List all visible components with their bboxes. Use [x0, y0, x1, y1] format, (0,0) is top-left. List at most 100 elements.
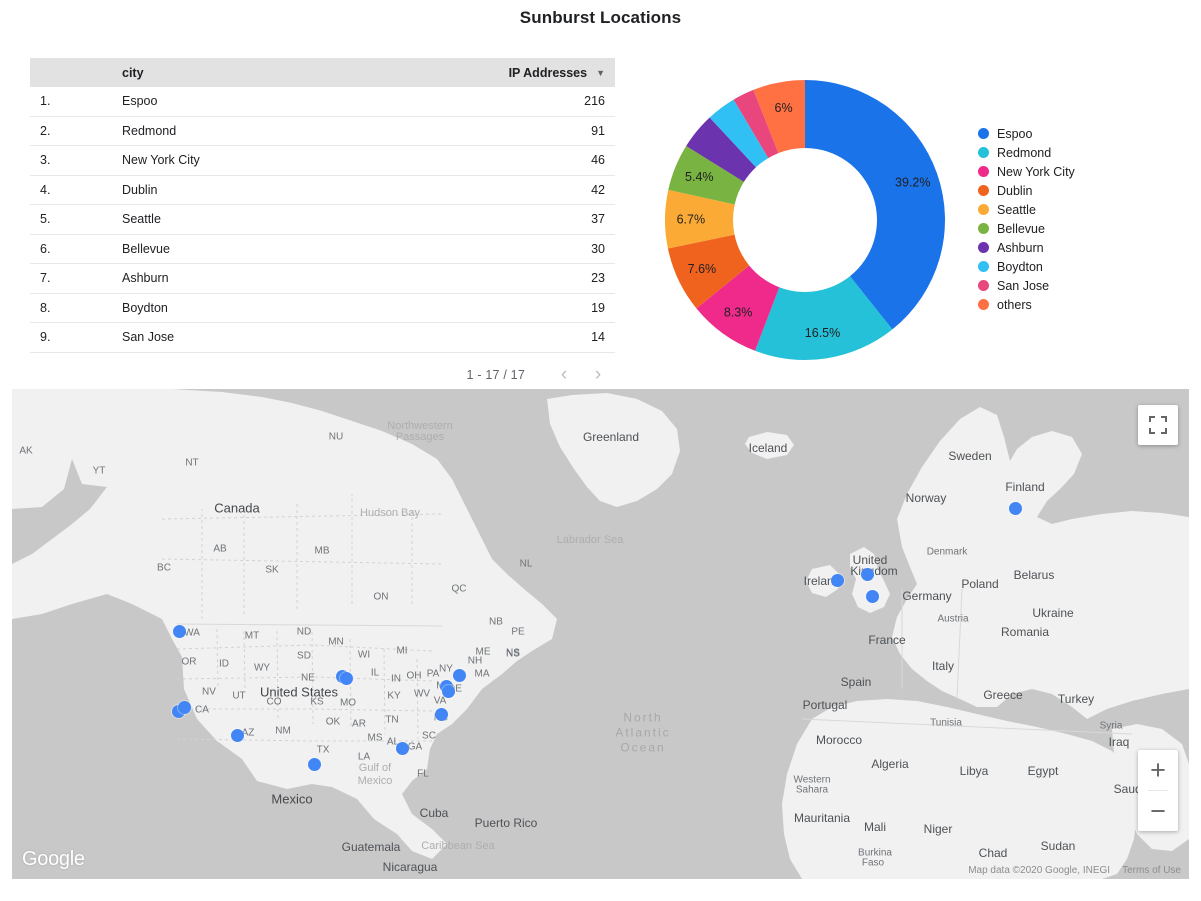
legend-item-label: Espoo [997, 126, 1033, 141]
row-city: Boydton [112, 293, 445, 323]
legend-item-label: others [997, 297, 1032, 312]
map-marker[interactable] [172, 624, 186, 638]
legend-color-swatch-icon [978, 147, 989, 158]
slice-percent-label: 16.5% [805, 326, 840, 340]
legend-color-swatch-icon [978, 166, 989, 177]
map-marker[interactable] [434, 707, 448, 721]
table-row[interactable]: 3. New York City 46 [30, 145, 615, 176]
table-header-row: city IP Addresses ▼ [30, 58, 615, 87]
legend-color-swatch-icon [978, 280, 989, 291]
row-ip-addresses: 14 [445, 322, 615, 353]
table-row[interactable]: 7. Ashburn 23 [30, 263, 615, 294]
row-index: 8. [30, 293, 112, 323]
map-marker[interactable] [395, 741, 409, 755]
table-head: city IP Addresses ▼ [30, 58, 615, 87]
map-data-attribution: Map data ©2020 Google, INEGI [968, 865, 1111, 876]
donut-chart[interactable]: 39.2% 16.5% 8.3% 7.6% 6.7% 5.4% 6% [640, 60, 970, 380]
legend-item[interactable]: New York City [978, 162, 1168, 181]
pagination-previous-button[interactable]: ‹ [547, 361, 581, 389]
google-map[interactable]: AK YT NT NU BC AB SK MB ON QC NL NB PE NS Canada Northw… [12, 389, 1189, 879]
legend-item-label: San Jose [997, 278, 1050, 293]
legend-color-swatch-icon [978, 204, 989, 215]
row-city: Ashburn [112, 263, 445, 294]
map-attribution: Map data ©2020 Google, INEGI Terms of Use [968, 865, 1181, 876]
terms-of-use-link[interactable]: Terms of Use [1122, 865, 1181, 876]
fullscreen-button[interactable] [1138, 405, 1178, 445]
map-marker[interactable] [452, 668, 466, 682]
zoom-out-button[interactable]: − [1138, 791, 1178, 831]
row-index: 5. [30, 204, 112, 235]
column-header-ip-addresses-label: IP Addresses [508, 65, 588, 80]
map-marker[interactable] [860, 567, 874, 581]
pagination-next-button[interactable]: › [581, 361, 615, 389]
column-header-city[interactable]: city [112, 58, 445, 87]
table-row[interactable]: 5. Seattle 37 [30, 204, 615, 235]
column-header-ip-addresses[interactable]: IP Addresses ▼ [445, 58, 615, 87]
row-city: Seattle [112, 204, 445, 235]
table-row[interactable]: 6. Bellevue 30 [30, 234, 615, 264]
map-marker[interactable] [830, 573, 844, 587]
row-city: New York City [112, 145, 445, 176]
table-row[interactable]: 8. Boydton 19 [30, 293, 615, 323]
zoom-controls: + − [1138, 750, 1178, 831]
legend-item[interactable]: San Jose [978, 276, 1168, 295]
row-ip-addresses: 37 [445, 204, 615, 235]
donut-slices[interactable] [665, 80, 945, 360]
table-row[interactable]: 1. Espoo 216 [30, 87, 615, 117]
row-ip-addresses: 42 [445, 175, 615, 205]
legend-item[interactable]: Bellevue [978, 219, 1168, 238]
legend-item[interactable]: others [978, 295, 1168, 314]
legend-color-swatch-icon [978, 242, 989, 253]
pagination-range: 1 - 17 / 17 [466, 367, 525, 382]
row-index: 2. [30, 116, 112, 146]
map-marker[interactable] [865, 589, 879, 603]
ip-addresses-table-card: city IP Addresses ▼ 1. Espoo 216 2. Redmond 91… [30, 58, 615, 389]
map-marker[interactable] [230, 728, 244, 742]
row-city: Dublin [112, 175, 445, 205]
row-city: Espoo [112, 87, 445, 117]
dashboard-page: Sunburst Locations city IP Addresses ▼ 1.… [0, 0, 1201, 901]
map-marker[interactable] [441, 684, 455, 698]
row-city: San Jose [112, 322, 445, 353]
map-marker[interactable] [339, 671, 353, 685]
row-ip-addresses: 91 [445, 116, 615, 146]
legend-item-label: Bellevue [997, 221, 1045, 236]
ip-addresses-table: city IP Addresses ▼ 1. Espoo 216 2. Redmond 91… [30, 58, 615, 353]
google-logo: Google [22, 848, 85, 870]
legend-color-swatch-icon [978, 223, 989, 234]
donut-chart-container: 39.2% 16.5% 8.3% 7.6% 6.7% 5.4% 6% Espoo Redmon… [640, 60, 1180, 380]
legend-color-swatch-icon [978, 128, 989, 139]
map-geometry [12, 389, 1189, 879]
legend-item[interactable]: Boydton [978, 257, 1168, 276]
legend-item[interactable]: Seattle [978, 200, 1168, 219]
legend-item[interactable]: Dublin [978, 181, 1168, 200]
legend-item[interactable]: Espoo [978, 124, 1168, 143]
table-row[interactable]: 4. Dublin 42 [30, 175, 615, 205]
map-marker[interactable] [177, 700, 191, 714]
legend-item[interactable]: Ashburn [978, 238, 1168, 257]
legend-item[interactable]: Redmond [978, 143, 1168, 162]
row-ip-addresses: 46 [445, 145, 615, 176]
slice-percent-label: 6% [775, 101, 793, 115]
chart-legend: Espoo Redmond New York City Dublin Seattle Be… [978, 124, 1168, 314]
legend-color-swatch-icon [978, 261, 989, 272]
row-index: 1. [30, 87, 112, 117]
legend-item-label: Ashburn [997, 240, 1044, 255]
legend-item-label: Dublin [997, 183, 1033, 198]
table-body: 1. Espoo 216 2. Redmond 91 3. New York City 46 4.… [30, 87, 615, 353]
column-header-index[interactable] [30, 58, 112, 87]
sort-descending-icon: ▼ [596, 67, 605, 78]
row-ip-addresses: 216 [445, 87, 615, 117]
row-index: 7. [30, 263, 112, 294]
row-city: Redmond [112, 116, 445, 146]
row-ip-addresses: 23 [445, 263, 615, 294]
table-row[interactable]: 9. San Jose 14 [30, 322, 615, 353]
row-ip-addresses: 30 [445, 234, 615, 264]
row-city: Bellevue [112, 234, 445, 264]
map-marker[interactable] [1008, 501, 1022, 515]
zoom-in-button[interactable]: + [1138, 750, 1178, 790]
table-row[interactable]: 2. Redmond 91 [30, 116, 615, 146]
slice-percent-label: 39.2% [895, 175, 930, 189]
row-index: 4. [30, 175, 112, 205]
map-marker[interactable] [307, 757, 321, 771]
